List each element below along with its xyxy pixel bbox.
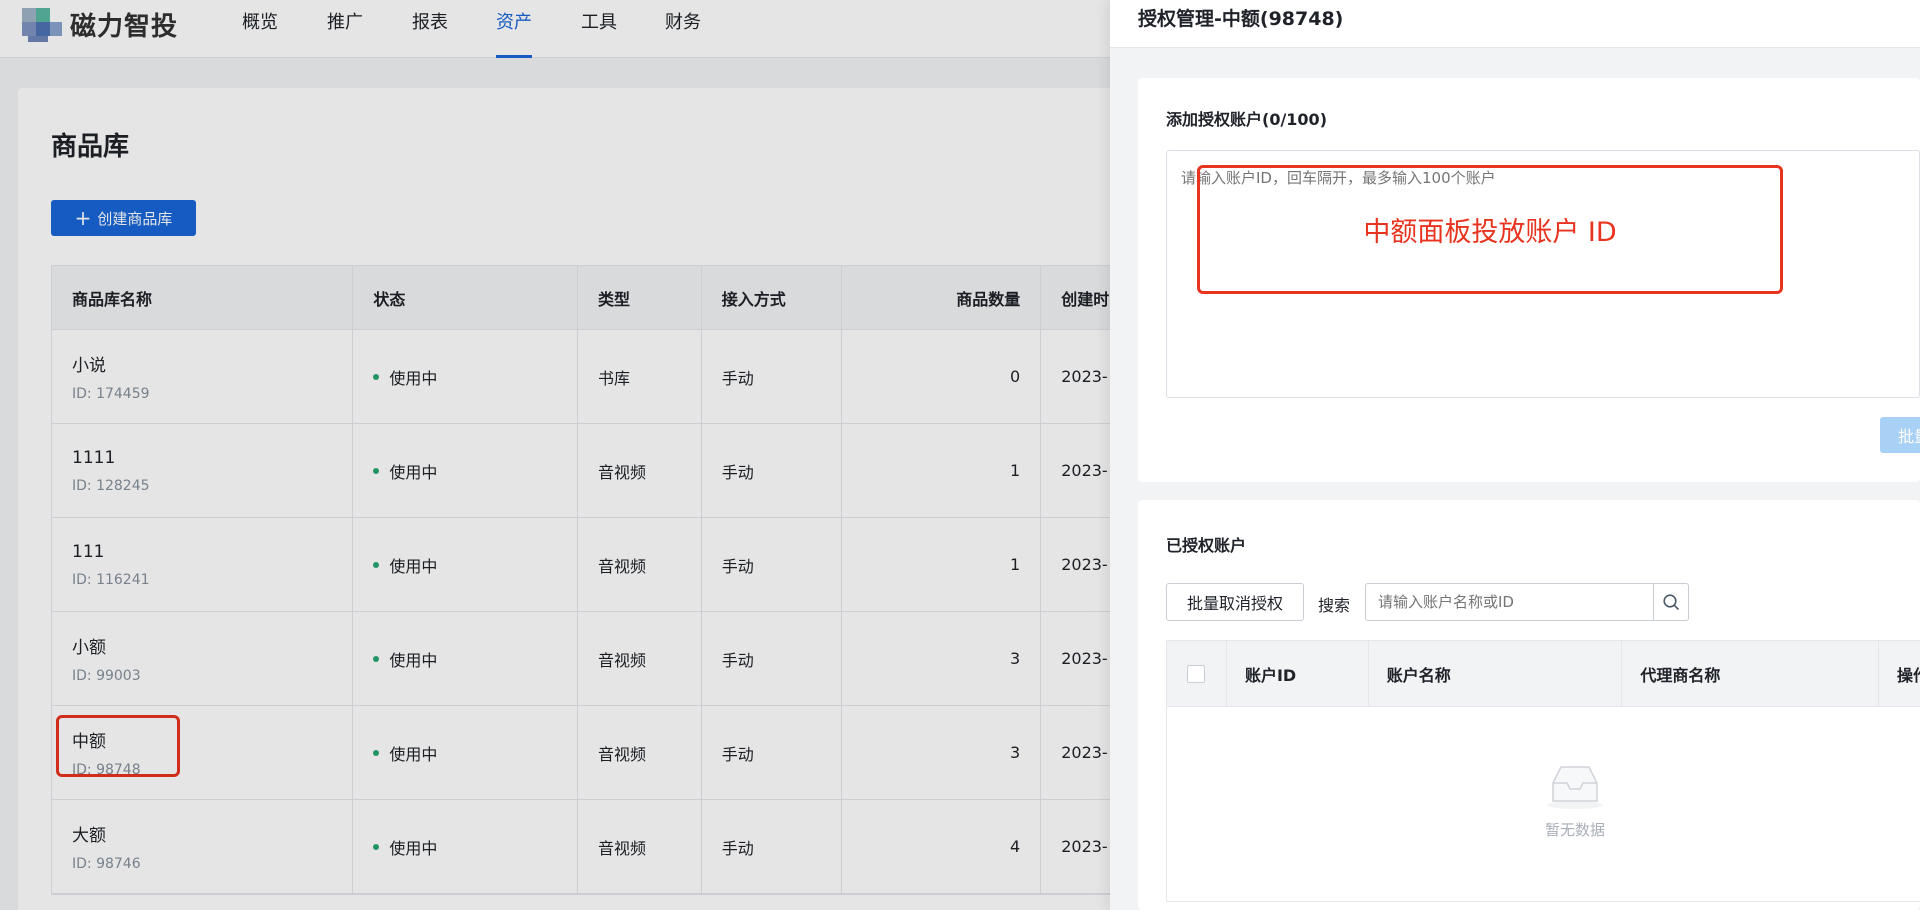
search-icon [1663,594,1679,610]
add-account-title: 添加授权账户(0/100) [1166,110,1328,129]
col-header-account-id: 账户ID [1227,641,1369,706]
drawer-title: 授权管理-中额(98748) [1138,8,1344,30]
authorized-title: 已授权账户 [1166,536,1247,555]
select-all-cell [1167,641,1227,706]
batch-revoke-button[interactable]: 批量取消授权 [1166,583,1304,621]
modal-mask[interactable] [0,0,1110,910]
col-header-actions: 操作 [1897,665,1920,685]
empty-text: 暂无数据 [1544,821,1605,839]
authorized-accounts-panel: 已授权账户 批量取消授权 搜索 账户ID 账户名称 代理商名称 操作 [1138,500,1920,910]
drawer-header: 授权管理-中额(98748) [1110,0,1920,48]
auth-drawer: 授权管理-中额(98748) 添加授权账户(0/100) 批量 已授权账户 批量… [1110,0,1920,910]
batch-add-button[interactable]: 批量 [1880,417,1920,453]
search-input[interactable] [1365,583,1653,621]
select-all-checkbox[interactable] [1187,664,1205,683]
annotation-text: 中额面板投放账户 ID [1363,217,1617,248]
empty-state: 暂无数据 [1167,761,1920,840]
annotation-box: 中额面板投放账户 ID [1197,165,1783,294]
search-button[interactable] [1653,583,1689,621]
col-header-account-name: 账户名称 [1369,641,1623,706]
col-header-agent-name: 代理商名称 [1622,641,1880,706]
search-label: 搜索 [1318,596,1351,615]
authorized-table: 账户ID 账户名称 代理商名称 操作 暂无数据 [1166,640,1920,902]
empty-inbox-icon [1547,766,1603,809]
authorized-table-header: 账户ID 账户名称 代理商名称 操作 [1167,641,1920,707]
